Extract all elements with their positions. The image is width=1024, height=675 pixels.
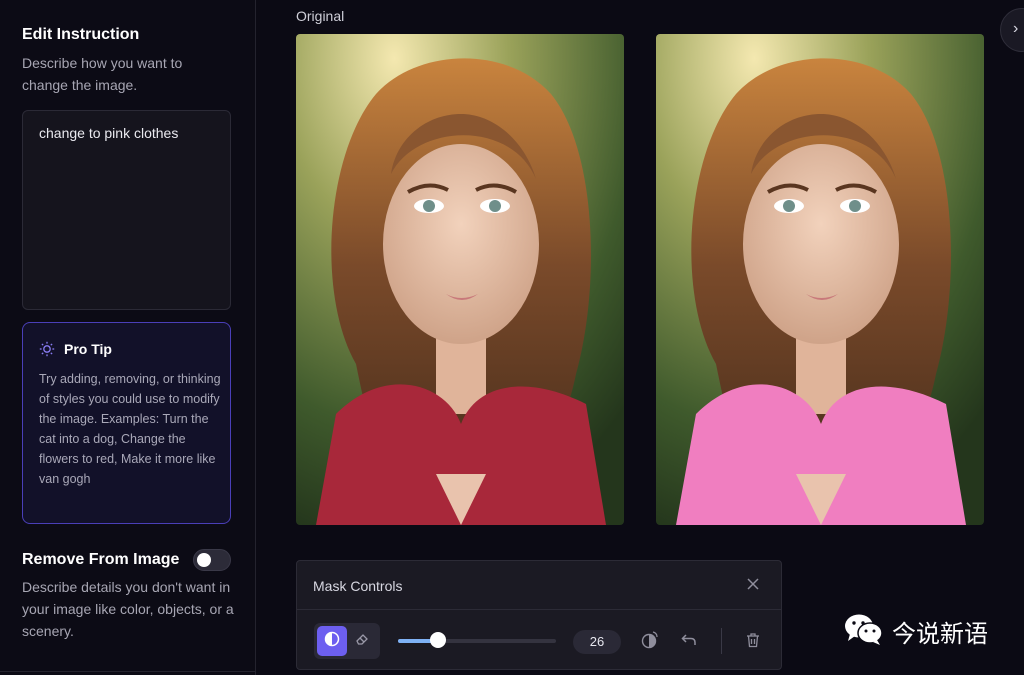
invert-mask-button[interactable] <box>638 630 662 654</box>
close-icon[interactable] <box>745 576 761 592</box>
invert-mask-icon <box>640 630 660 655</box>
brush-size-slider-thumb[interactable] <box>429 632 446 648</box>
undo-icon <box>680 631 698 654</box>
sun-icon <box>39 341 55 357</box>
edited-image <box>656 34 984 525</box>
mask-controls-header: Mask Controls <box>297 561 781 610</box>
instruction-textarea[interactable]: change to pink clothes <box>22 110 231 310</box>
mask-controls-title: Mask Controls <box>313 578 403 594</box>
brush-size-value[interactable]: 26 <box>573 630 621 654</box>
collapse-panel-button[interactable]: › <box>1000 8 1024 52</box>
pro-tip-text: Try adding, removing, or thinking of sty… <box>39 372 221 486</box>
undo-button[interactable] <box>677 630 701 654</box>
brush-size-slider-track[interactable] <box>398 639 556 643</box>
remove-from-image-title: Remove From Image <box>22 551 180 568</box>
mask-tool-group <box>314 623 380 659</box>
chevron-right-icon: › <box>1013 20 1019 37</box>
trash-icon <box>745 632 761 653</box>
sidebar: Edit Instruction Describe how you want t… <box>0 0 256 675</box>
brush-mask-icon <box>324 631 340 652</box>
eraser-button[interactable] <box>347 626 377 656</box>
toolbar-divider <box>721 628 722 654</box>
toggle-knob <box>197 553 211 567</box>
remove-from-image-description: Describe details you don't want in your … <box>22 579 234 639</box>
original-label: Original <box>296 8 345 24</box>
sidebar-divider <box>0 671 256 672</box>
pro-tip-title: Pro Tip <box>64 341 112 357</box>
mask-controls-panel: Mask Controls 26 <box>296 560 782 670</box>
pro-tip-card: Pro Tip Try adding, removing, or thinkin… <box>22 322 231 524</box>
brush-mask-button[interactable] <box>317 626 347 656</box>
edit-instruction-title: Edit Instruction <box>22 26 140 43</box>
wechat-icon <box>844 612 884 651</box>
watermark-text: 今说新语 <box>892 620 988 648</box>
remove-from-image-toggle[interactable] <box>193 549 231 571</box>
edit-instruction-description: Describe how you want to change the imag… <box>22 55 183 93</box>
eraser-icon <box>355 632 369 651</box>
delete-mask-button[interactable] <box>741 630 765 654</box>
pro-tip-header: Pro Tip <box>39 341 112 357</box>
original-image <box>296 34 624 525</box>
watermark: 今说新语 <box>844 612 988 651</box>
